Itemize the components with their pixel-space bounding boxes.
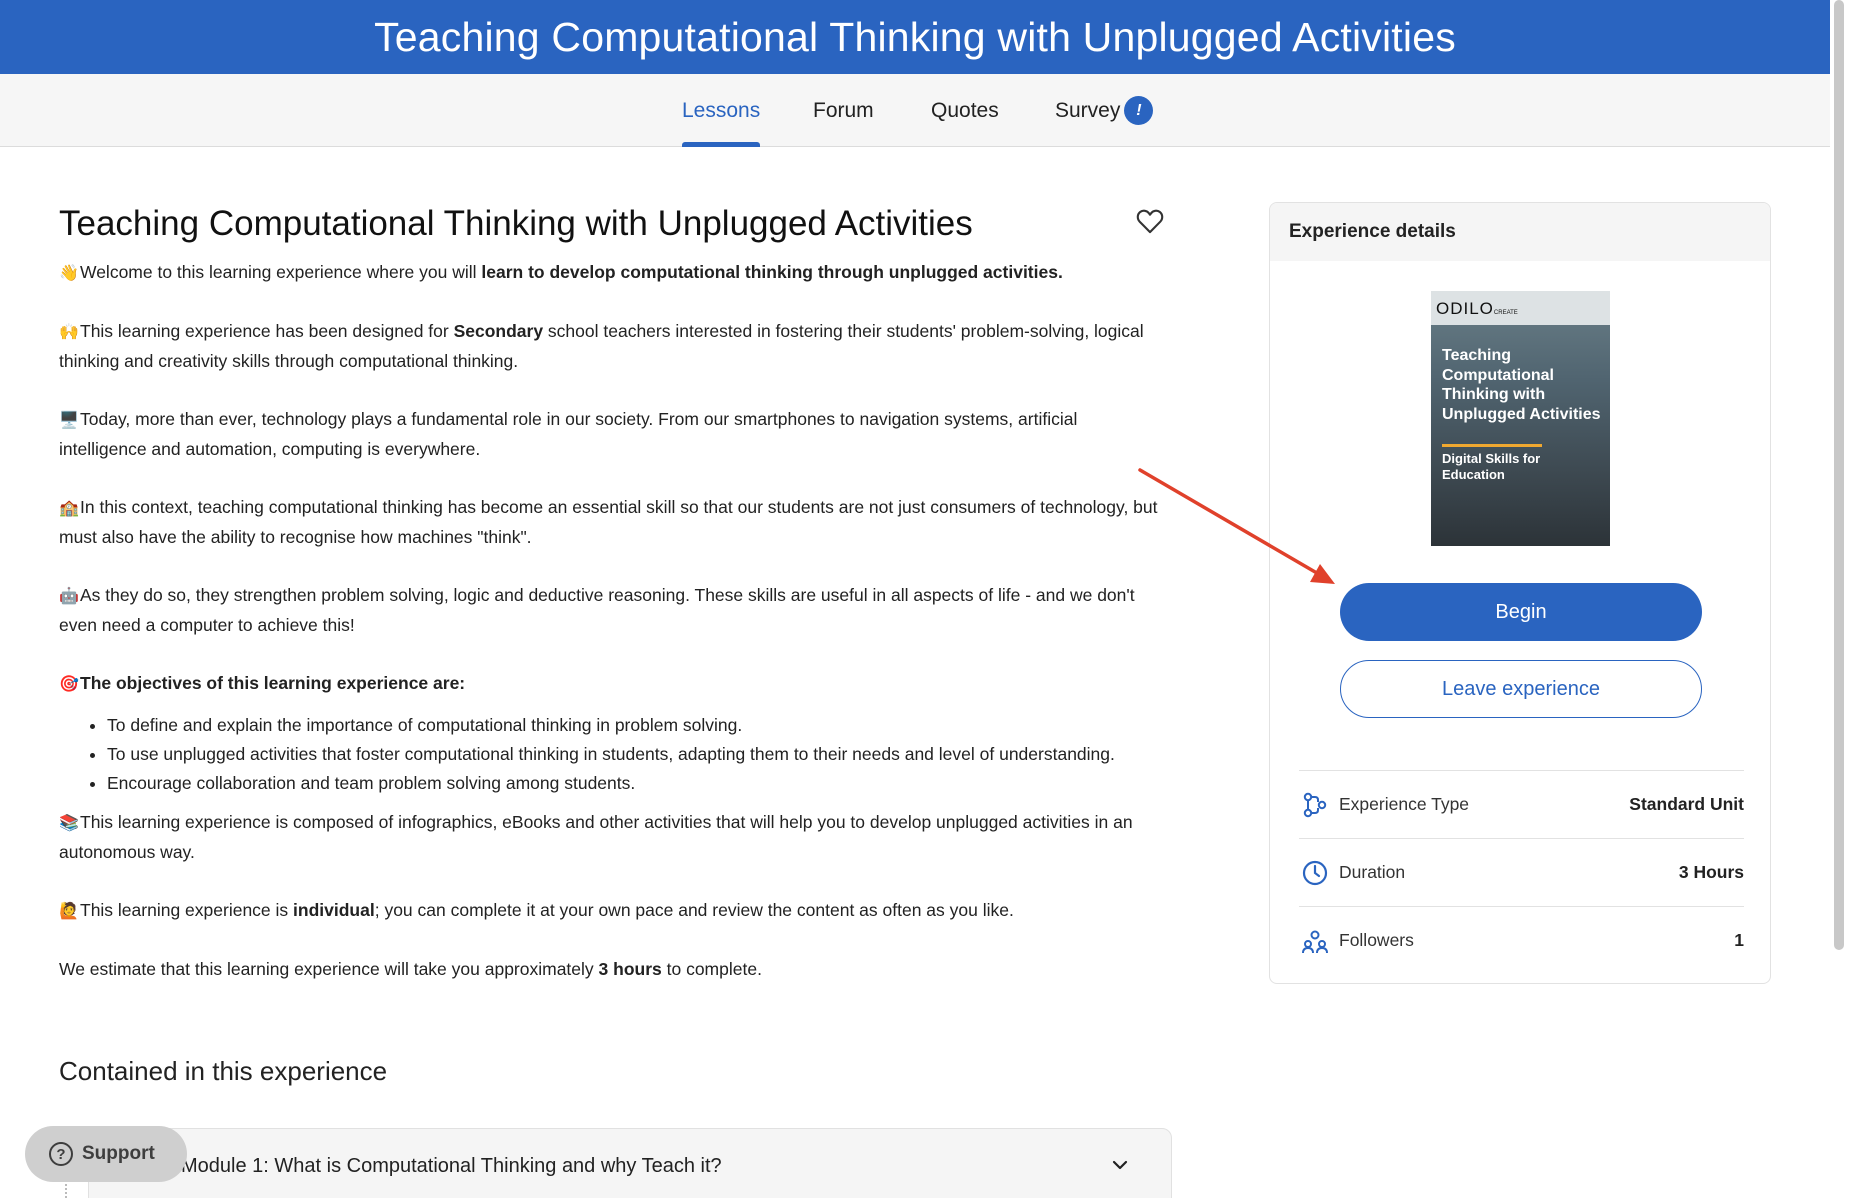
favorite-heart-icon[interactable] (1136, 208, 1164, 234)
top-title: Teaching Computational Thinking with Unp… (374, 13, 1456, 60)
panel-heading-text: Experience details (1289, 221, 1456, 242)
experience-description: Teaching Computational Thinking with Unp… (59, 196, 1159, 984)
module-accordion[interactable]: Module 1: What is Computational Thinking… (88, 1128, 1172, 1198)
experience-type-icon (1303, 792, 1327, 817)
objectives-list: To define and explain the importance of … (107, 711, 1159, 798)
tab-quotes-label: Quotes (931, 98, 999, 122)
survey-alert-badge: ! (1124, 96, 1154, 125)
robot-icon: 🤖 (59, 588, 79, 605)
cover-title: Teaching Computational Thinking with Unp… (1442, 347, 1601, 423)
tab-survey[interactable]: Survey ! (1043, 74, 1165, 147)
cover-accent-bar (1442, 444, 1542, 447)
tab-forum-label: Forum (813, 98, 874, 122)
top-title-bar: Teaching Computational Thinking with Unp… (0, 0, 1830, 74)
audience-paragraph: 🙌This learning experience has been desig… (59, 317, 1159, 376)
raised-hands-icon: 🙌 (59, 324, 79, 341)
tabs-bar: Lessons Forum Quotes Survey ! (0, 74, 1830, 147)
tab-survey-label: Survey (1055, 98, 1121, 122)
detail-value: 1 (1734, 930, 1744, 950)
context-paragraph: 🏫In this context, teaching computational… (59, 493, 1159, 552)
individual-text-a: This learning experience is (80, 900, 294, 920)
composition-text: This learning experience is composed of … (59, 812, 1133, 862)
skills-text: As they do so, they strengthen problem s… (59, 585, 1135, 635)
raising-hand-icon: 🙋 (59, 903, 79, 920)
estimate-bold: 3 hours (598, 959, 662, 979)
experience-details-panel: Experience details ODILOCREATE Teaching … (1269, 202, 1771, 984)
estimate-text-a: We estimate that this learning experienc… (59, 959, 599, 979)
computer-icon: 🖥️ (59, 412, 79, 429)
followers-icon (1302, 930, 1328, 953)
module-title: Module 1: What is Computational Thinking… (181, 1155, 722, 1177)
context-text: In this context, teaching computational … (59, 497, 1158, 547)
estimate-text-b: to complete. (661, 959, 762, 979)
intro-text: Welcome to this learning experience wher… (80, 262, 482, 282)
odilo-logo: ODILOCREATE (1436, 299, 1518, 319)
detail-experience-type: Experience Type Standard Unit (1299, 770, 1744, 838)
detail-label: Followers (1339, 930, 1414, 950)
leave-experience-button[interactable]: Leave experience (1340, 660, 1702, 718)
logo-small-text: CREATE (1493, 310, 1518, 316)
audience-text-a: This learning experience has been design… (80, 321, 454, 341)
course-cover-image: ODILOCREATE Teaching Computational Think… (1431, 291, 1610, 546)
technology-text: Today, more than ever, technology plays … (59, 409, 1078, 459)
help-question-icon: ? (49, 1142, 73, 1166)
annotation-arrow-icon (1138, 468, 1335, 584)
clock-icon (1302, 860, 1328, 885)
estimate-paragraph: We estimate that this learning experienc… (59, 955, 1159, 984)
panel-heading: Experience details (1270, 203, 1770, 261)
tab-lessons[interactable]: Lessons (670, 74, 772, 147)
objectives-heading: 🎯The objectives of this learning experie… (59, 669, 1159, 699)
target-icon: 🎯 (59, 676, 79, 693)
detail-value: 3 Hours (1678, 862, 1744, 882)
audience-bold: Secondary (453, 321, 544, 341)
page-title: Teaching Computational Thinking with Unp… (59, 204, 973, 243)
contained-section-title: Contained in this experience (59, 1056, 388, 1086)
cover-subtitle: Digital Skills for Education (1442, 451, 1541, 482)
detail-followers: Followers 1 (1299, 906, 1744, 974)
tab-forum[interactable]: Forum (801, 74, 886, 147)
individual-text-b: ; you can complete it at your own pace a… (374, 900, 1014, 920)
module-connector-line (65, 1180, 67, 1198)
detail-label: Experience Type (1339, 794, 1470, 814)
support-button[interactable]: ? Support (25, 1126, 187, 1182)
objectives-heading-text: The objectives of this learning experien… (80, 673, 466, 693)
logo-text: ODILO (1436, 299, 1494, 318)
detail-duration: Duration 3 Hours (1299, 838, 1744, 906)
objective-item: Encourage collaboration and team problem… (107, 769, 1159, 798)
support-label: Support (82, 1143, 155, 1164)
individual-paragraph: 🙋This learning experience is individual;… (59, 896, 1159, 926)
composition-paragraph: 📚This learning experience is composed of… (59, 808, 1159, 867)
skills-paragraph: 🤖As they do so, they strengthen problem … (59, 581, 1159, 640)
detail-label: Duration (1339, 862, 1406, 882)
books-icon: 📚 (59, 815, 79, 832)
page-scrollbar[interactable] (1834, 0, 1844, 950)
school-icon: 🏫 (59, 500, 79, 517)
detail-value: Standard Unit (1629, 794, 1744, 814)
begin-button[interactable]: Begin (1340, 583, 1702, 641)
objective-item: To use unplugged activities that foster … (107, 740, 1159, 769)
chevron-down-icon[interactable] (1111, 1159, 1129, 1171)
tab-quotes[interactable]: Quotes (919, 74, 1011, 147)
intro-paragraph: 👋Welcome to this learning experience whe… (59, 258, 1159, 288)
active-tab-indicator (682, 142, 761, 147)
wave-icon: 👋 (59, 265, 79, 282)
intro-bold: learn to develop computational thinking … (481, 262, 1063, 282)
objective-item: To define and explain the importance of … (107, 711, 1159, 740)
technology-paragraph: 🖥️Today, more than ever, technology play… (59, 405, 1159, 464)
tab-lessons-label: Lessons (682, 98, 761, 122)
individual-bold: individual (293, 900, 375, 920)
